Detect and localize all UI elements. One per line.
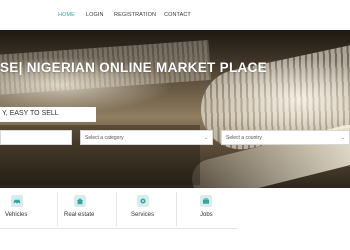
gear-icon	[137, 195, 149, 207]
category-item-real-estate[interactable]: Real estate	[58, 190, 113, 230]
hero-title: SE| NIGERIAN ONLINE MARKET PLACE	[0, 60, 267, 75]
chevron-down-icon: ⌄	[203, 135, 208, 141]
nav-contact-link[interactable]: CONTACT	[164, 12, 191, 18]
category-label: Vehicles	[5, 212, 28, 218]
category-label: Services	[131, 212, 155, 218]
category-item-vehicles[interactable]: Vehicles	[0, 190, 55, 230]
briefcase-icon	[200, 195, 212, 207]
chevron-down-icon: ⌄	[340, 135, 345, 141]
top-navigation: HOME LOGIN REGISTRATION CONTACT	[0, 0, 350, 30]
nav-login-link[interactable]: LOGIN	[86, 12, 104, 18]
category-select[interactable]: Select a category ⌄	[80, 130, 213, 145]
category-list: Vehicles Real estate Services Jobs	[0, 190, 238, 230]
car-icon	[11, 195, 23, 207]
search-bar: Select a category ⌄ Select a country ⌄	[0, 130, 350, 146]
country-select-value: Select a country	[226, 135, 262, 141]
nav-home-link[interactable]: HOME	[58, 12, 75, 18]
hero-subtitle: Y, EASY TO SELL	[2, 110, 59, 117]
category-label: Jobs	[200, 212, 213, 218]
hero-banner: SE| NIGERIAN ONLINE MARKET PLACE Y, EASY…	[0, 30, 350, 188]
category-label: Real estate	[64, 212, 95, 218]
keyword-input[interactable]	[0, 130, 72, 145]
category-item-services[interactable]: Services	[117, 190, 175, 230]
category-item-jobs[interactable]: Jobs	[177, 190, 237, 230]
house-icon	[74, 195, 86, 207]
page: HOME LOGIN REGISTRATION CONTACT SE| NIGE…	[0, 0, 350, 250]
country-select[interactable]: Select a country ⌄	[221, 130, 350, 145]
category-bottom-border	[0, 228, 238, 229]
hero-subtitle-box: Y, EASY TO SELL	[0, 107, 96, 122]
category-select-value: Select a category	[85, 135, 124, 141]
nav-registration-link[interactable]: REGISTRATION	[114, 12, 156, 18]
